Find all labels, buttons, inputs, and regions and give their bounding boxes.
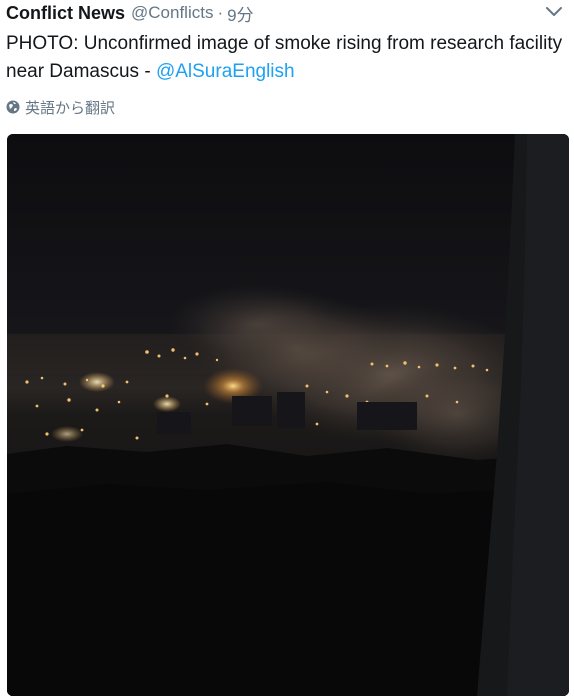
author-handle[interactable]: @Conflicts: [131, 3, 213, 23]
translate-label: 英語から翻訳: [25, 99, 116, 117]
separator-dot: ·: [217, 3, 224, 22]
chevron-down-icon: [546, 7, 562, 16]
tweet-header: Conflict News @Conflicts · 9分: [6, 1, 254, 26]
night-smoke-photo: [7, 134, 569, 696]
mention-link[interactable]: @AlSuraEnglish: [156, 61, 295, 82]
author-name[interactable]: Conflict News: [6, 3, 125, 24]
tweet-menu-button[interactable]: [544, 4, 564, 20]
tweet-timestamp[interactable]: 9分: [227, 1, 253, 26]
tweet-text: PHOTO: Unconfirmed image of smoke rising…: [6, 30, 566, 86]
globe-icon: [6, 100, 20, 114]
translate-link[interactable]: 英語から翻訳: [6, 96, 115, 118]
tweet-photo[interactable]: [7, 134, 569, 696]
